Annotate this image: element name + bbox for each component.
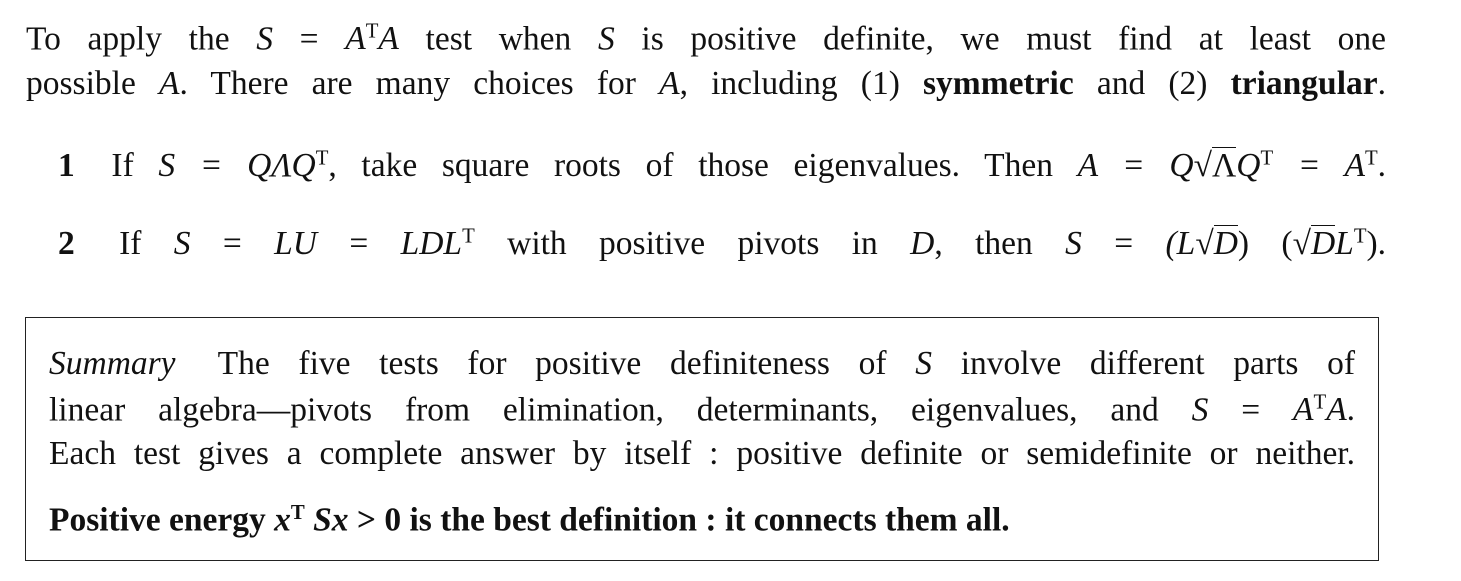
summary-label: Summary: [49, 345, 176, 382]
summary-line-2: linear algebra—pivots from elimination, …: [49, 391, 1356, 429]
summary-line-4: Positive energy xT Sx > 0 is the best de…: [49, 501, 1010, 539]
math-sqrt-D: (L√D) (√DLT).: [1165, 224, 1387, 262]
term-symmetric: symmetric: [923, 65, 1074, 102]
term-triangular: triangular: [1230, 65, 1378, 102]
item-number: 2: [58, 225, 75, 262]
math-S: S: [256, 20, 273, 58]
intro-line-1: To apply the S = ATA test when S is posi…: [26, 20, 1386, 58]
list-item-1: 1 If S = QΛQT, take square roots of thos…: [58, 146, 1387, 184]
math-ATA: ATA: [345, 20, 399, 58]
summary-line-1: Summary The five tests for positive defi…: [49, 345, 1356, 382]
list-item-2: 2 If S = LU = LDLT with positive pivots …: [58, 224, 1387, 262]
item-number: 1: [58, 147, 75, 184]
intro-line-2: possible A. There are many choices for A…: [26, 65, 1386, 102]
math-sqrt-lambda: A = Q√ΛQT = AT.: [1077, 146, 1387, 184]
summary-line-3: Each test gives a complete answer by its…: [49, 435, 1355, 472]
summary-box: Summary The five tests for positive defi…: [25, 317, 1379, 561]
